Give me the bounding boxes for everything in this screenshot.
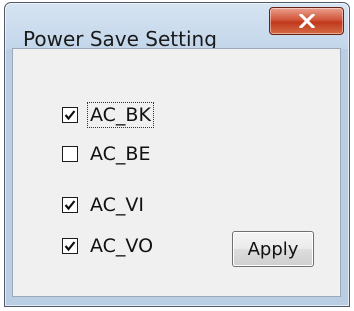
checkbox-ac-vo[interactable]: AC_VO: [62, 233, 155, 259]
dialog-body: AC_BK AC_BE AC_VI AC_VO Apply: [4, 2, 350, 307]
check-mark-icon: [64, 200, 76, 211]
checkbox-box[interactable]: [62, 197, 78, 213]
checkbox-label: AC_VO: [90, 235, 154, 257]
checkbox-box[interactable]: [62, 146, 78, 162]
check-mark-icon: [64, 110, 76, 121]
checkbox-label: AC_BE: [90, 143, 151, 165]
checkbox-ac-be[interactable]: AC_BE: [62, 141, 152, 167]
checkbox-ac-bk[interactable]: AC_BK: [62, 102, 154, 128]
checkbox-label: AC_VI: [90, 194, 145, 216]
apply-button[interactable]: Apply: [232, 231, 314, 267]
checkbox-box[interactable]: [62, 238, 78, 254]
checkbox-label: AC_BK: [87, 102, 154, 128]
checkbox-ac-vi[interactable]: AC_VI: [62, 192, 146, 218]
checkbox-box[interactable]: [62, 107, 78, 123]
check-mark-icon: [64, 241, 76, 252]
